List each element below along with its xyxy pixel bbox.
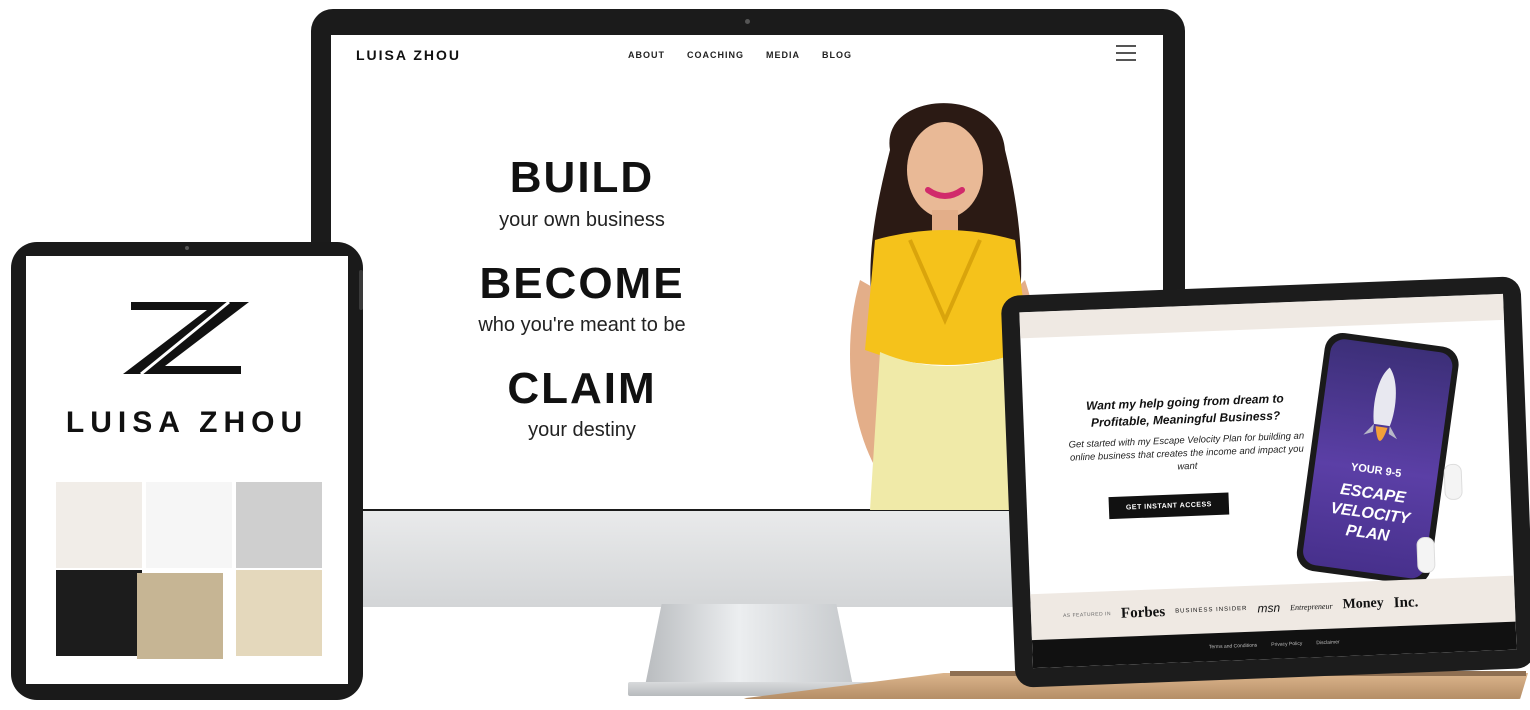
hero-heading-claim: CLAIM [507,364,657,413]
get-instant-access-button[interactable]: GET INSTANT ACCESS [1108,492,1230,520]
optin-fineprint: ​ [1169,522,1171,529]
nav-about[interactable]: ABOUT [628,50,665,60]
footer-privacy-link[interactable]: Privacy Policy [1271,641,1302,648]
tablet-side-button [359,270,363,310]
hero-sub-claim: your destiny [528,419,636,441]
press-logo-entrepreneur: Entrepreneur [1289,601,1333,612]
imac-stand [645,604,853,686]
featured-in-label: AS FEATURED IN [1062,611,1112,619]
swatch-black [56,570,142,656]
swatch-white [146,482,232,568]
hero-sub-become: who you're meant to be [478,314,686,336]
earbud-icon [1443,463,1463,501]
swatch-gray [236,482,322,568]
laptop-screen: Want my help going from dream to Profita… [1019,293,1517,669]
press-logo-money: Money [1342,595,1385,613]
tablet-brand-name: LUISA ZHOU [65,406,309,439]
optin-body: Get started with my Escape Velocity Plan… [1068,430,1305,473]
hero-sub-build: your own business [499,209,665,231]
footer-terms-link[interactable]: Terms and Conditions [1209,643,1258,651]
nav-media[interactable]: MEDIA [766,50,800,60]
tablet-camera [185,246,189,250]
swatch-tan [137,573,223,659]
rocket-icon [1363,367,1398,441]
swatch-cream [56,482,142,568]
phone-label-big: ESCAPE VELOCITY PLAN [1329,481,1411,545]
nav-coaching[interactable]: COACHING [687,50,744,60]
swatch-sand [236,570,322,656]
hero-heading-become: BECOME [479,259,685,308]
z-monogram-logo [123,300,249,376]
nav-blog[interactable]: BLOG [822,50,852,60]
site-logo[interactable]: LUISA ZHOU [356,47,461,63]
press-logo-inc: Inc. [1393,593,1419,611]
menu-icon[interactable] [1116,45,1136,61]
press-logo-msn: msn [1257,600,1281,616]
footer-disclaimer-link[interactable]: Disclaimer [1316,639,1340,646]
press-logo-forbes: Forbes [1120,603,1166,622]
earbud-icon [1416,536,1436,574]
hero-heading-build: BUILD [509,153,655,202]
imac-camera [745,19,750,24]
optin-headline: Want my help going from dream to Profita… [1085,391,1284,430]
press-logo-business-insider: BUSINESS INSIDER [1175,605,1248,615]
site-nav: ABOUT COACHING MEDIA BLOG [628,50,852,60]
